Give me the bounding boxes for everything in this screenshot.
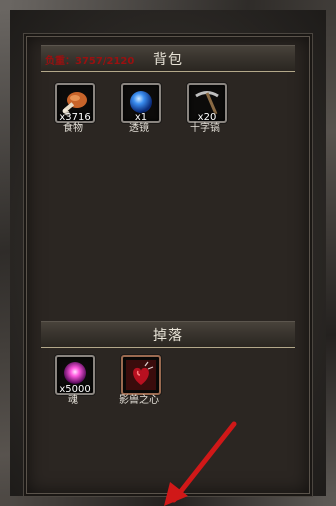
item-name-food: 食物 — [63, 123, 83, 134]
item-name-pickaxe: 十字镐 — [190, 123, 220, 134]
backpack-header: 负重：3757/2120 背包 — [41, 45, 295, 72]
item-name-lens: 透镜 — [129, 123, 149, 134]
backpack-slot-pickaxe[interactable]: x20 — [187, 83, 227, 123]
backpack-title: 背包 — [153, 52, 183, 68]
item-name-soul: 魂 — [68, 395, 78, 406]
item-name-beast-heart: 影兽之心 — [119, 395, 159, 406]
backpack-slot-lens[interactable]: x1 — [121, 83, 161, 123]
red-arrow-annotation — [164, 421, 237, 506]
drops-title: 掉落 — [153, 328, 183, 344]
drops-header: 掉落 — [41, 321, 295, 348]
backpack-slot-food[interactable]: x3716 — [55, 83, 95, 123]
beast-heart-icon — [126, 360, 156, 390]
drop-slot-soul[interactable]: x5000 — [55, 355, 95, 395]
drop-slot-beast-heart[interactable] — [121, 355, 161, 395]
